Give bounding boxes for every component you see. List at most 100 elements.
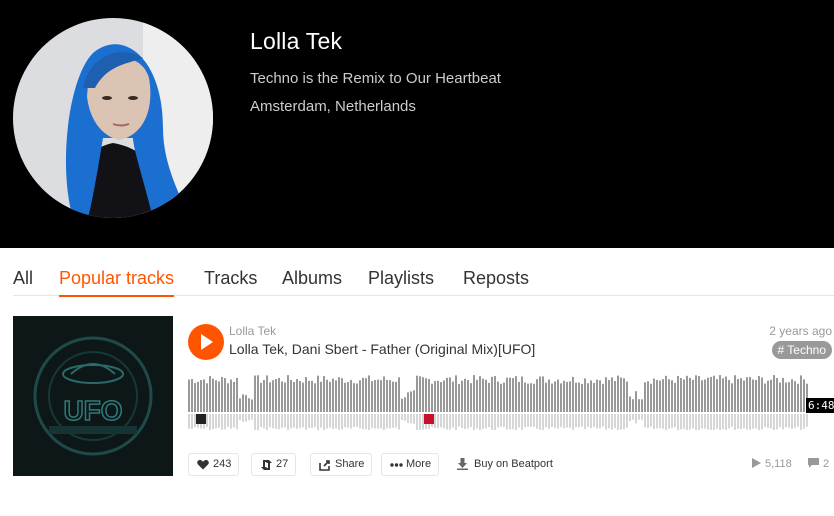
waveform-bar: [227, 383, 229, 412]
waveform-reflection-bar: [434, 414, 436, 428]
waveform-reflection-bar: [788, 414, 790, 428]
waveform-bar: [536, 379, 538, 412]
waveform-bar: [281, 381, 283, 412]
waveform-bar: [305, 377, 307, 412]
avatar[interactable]: [13, 18, 213, 218]
waveform-bar: [350, 379, 352, 412]
waveform-bar: [674, 382, 676, 412]
waveform-reflection-bar: [716, 414, 718, 429]
comment-marker[interactable]: [424, 414, 434, 424]
tab-albums[interactable]: Albums: [282, 268, 342, 295]
waveform-bar: [563, 380, 565, 412]
share-button[interactable]: Share: [310, 453, 373, 476]
waveform-reflection-bar: [701, 414, 703, 429]
waveform-bar: [779, 382, 781, 412]
waveform-bar: [413, 390, 415, 412]
waveform-reflection-bar: [365, 414, 367, 430]
waveform-bar: [449, 377, 451, 412]
waveform-bar: [380, 380, 382, 412]
waveform-reflection-bar: [569, 414, 571, 428]
waveform-reflection-bar: [314, 414, 316, 427]
waveform-reflection-bar: [287, 414, 289, 430]
like-button[interactable]: 243: [188, 453, 240, 476]
waveform-bar: [341, 378, 343, 412]
genre-tag[interactable]: # Techno: [771, 341, 832, 359]
comment-count[interactable]: 2: [808, 458, 829, 470]
waveform-bar: [473, 375, 475, 412]
waveform-reflection-bar: [281, 414, 283, 428]
waveform-bar: [683, 379, 685, 412]
waveform-bar: [512, 378, 514, 412]
waveform-reflection-bar: [770, 414, 772, 429]
waveform-bar: [308, 380, 310, 412]
waveform-bar: [224, 378, 226, 412]
waveform-reflection-bar: [338, 414, 340, 430]
waveform-reflection-bar: [353, 414, 355, 427]
waveform-bar: [500, 383, 502, 412]
waveform-bar: [515, 376, 517, 412]
waveform-reflection-bar: [737, 414, 739, 429]
waveform-reflection-bar: [443, 414, 445, 429]
track-title[interactable]: Lolla Tek, Dani Sbert - Father (Original…: [229, 341, 535, 357]
waveform-bar: [749, 376, 751, 412]
waveform-bar: [551, 383, 553, 412]
waveform-bar: [548, 379, 550, 412]
waveform-bar: [788, 382, 790, 412]
waveform-bar: [230, 379, 232, 412]
waveform-reflection-bar: [761, 414, 763, 430]
play-button[interactable]: [188, 324, 224, 360]
waveform-bar: [272, 380, 274, 412]
tab-tracks[interactable]: Tracks: [204, 268, 257, 295]
track-artwork[interactable]: UFO: [13, 316, 173, 476]
tab-all[interactable]: All: [13, 268, 33, 295]
waveform[interactable]: [188, 374, 808, 430]
waveform-reflection-bar: [527, 414, 529, 427]
tab-playlists[interactable]: Playlists: [368, 268, 434, 295]
waveform-bar: [758, 376, 760, 412]
waveform-bar: [719, 375, 721, 412]
waveform-bar: [188, 379, 190, 412]
waveform-reflection-bar: [572, 414, 574, 430]
waveform-reflection-bar: [650, 414, 652, 427]
waveform-reflection-bar: [227, 414, 229, 427]
profile-tabs: All Popular tracks Tracks Albums Playlis…: [13, 266, 834, 297]
waveform-reflection-bar: [674, 414, 676, 428]
waveform-reflection-bar: [749, 414, 751, 430]
waveform-reflection-bar: [293, 414, 295, 428]
waveform-reflection-bar: [317, 414, 319, 430]
waveform-bar: [365, 378, 367, 412]
waveform-reflection-bar: [587, 414, 589, 427]
comment-marker[interactable]: [196, 414, 206, 424]
waveform-reflection-bar: [647, 414, 649, 428]
waveform-bar: [212, 378, 214, 412]
waveform-reflection-bar: [554, 414, 556, 428]
tab-reposts[interactable]: Reposts: [463, 268, 529, 295]
waveform-bar: [728, 380, 730, 412]
waveform-reflection-bar: [776, 414, 778, 430]
waveform-reflection-bar: [602, 414, 604, 427]
waveform-reflection-bar: [248, 414, 250, 421]
tab-popular-tracks[interactable]: Popular tracks: [59, 268, 175, 297]
waveform-reflection-bar: [710, 414, 712, 430]
waveform-reflection-bar: [764, 414, 766, 427]
profile-header: Lolla Tek Techno is the Remix to Our Hea…: [0, 0, 834, 248]
waveform-reflection-bar: [311, 414, 313, 429]
more-button[interactable]: More: [381, 453, 440, 476]
waveform-bar: [800, 375, 802, 412]
waveform-bar: [479, 376, 481, 412]
waveform-reflection-bar: [299, 414, 301, 428]
waveform-bar: [326, 379, 328, 412]
repost-button[interactable]: 27: [251, 453, 297, 476]
waveform-bar: [239, 398, 241, 412]
track-artist[interactable]: Lolla Tek: [229, 324, 276, 338]
waveform-reflection-bar: [797, 414, 799, 427]
waveform-reflection-bar: [302, 414, 304, 428]
waveform-bar: [407, 392, 409, 412]
waveform-bar: [467, 380, 469, 412]
waveform-reflection-bar: [485, 414, 487, 429]
waveform-bar: [641, 399, 643, 412]
buy-link[interactable]: Buy on Beatport: [457, 453, 553, 476]
waveform-bar: [695, 375, 697, 412]
waveform-reflection-bar: [758, 414, 760, 430]
waveform-reflection-bar: [689, 414, 691, 430]
